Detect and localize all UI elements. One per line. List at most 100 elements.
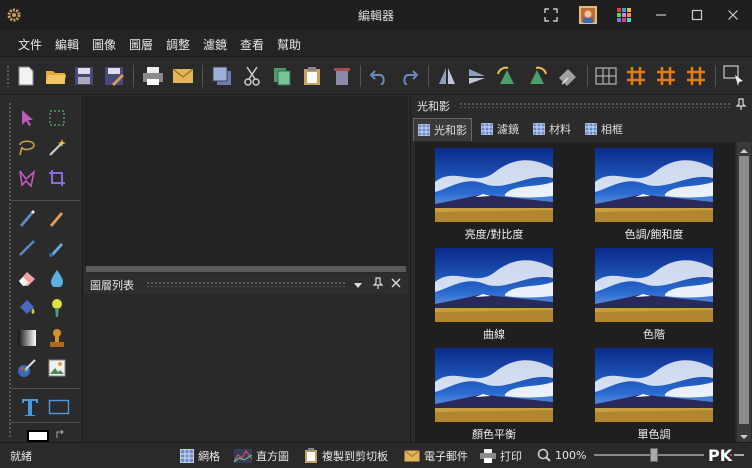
- menu-adjust[interactable]: 調整: [166, 36, 190, 53]
- panel-splitter[interactable]: [86, 266, 406, 272]
- rect-select-icon[interactable]: [46, 107, 68, 129]
- layers-pin-icon[interactable]: [372, 277, 384, 289]
- color-grid-icon[interactable]: [609, 4, 639, 26]
- rotate-right-icon[interactable]: [525, 64, 549, 88]
- blur-drop-icon[interactable]: [46, 267, 68, 289]
- effects-header-grip: [459, 102, 731, 108]
- avatar-icon[interactable]: [573, 4, 603, 26]
- menu-view[interactable]: 查看: [240, 36, 264, 53]
- rotate-left-icon[interactable]: [495, 64, 519, 88]
- redo-icon[interactable]: [397, 64, 421, 88]
- effects-thumbnail-grid: 亮度/對比度 色調/飽和度曲線 色階顏色平衡 單色調: [415, 142, 735, 442]
- flip-horizontal-icon[interactable]: [435, 64, 459, 88]
- tab-grid-icon: [585, 123, 597, 135]
- eraser-icon[interactable]: [16, 267, 38, 289]
- tab-light-shadow[interactable]: 光和影: [413, 118, 472, 141]
- pencil-icon[interactable]: [46, 207, 68, 229]
- effect-thumbnail[interactable]: 亮度/對比度: [435, 148, 553, 244]
- menu-help[interactable]: 幫助: [277, 36, 301, 53]
- scroll-up-icon[interactable]: [740, 144, 748, 153]
- fullscreen-button[interactable]: [536, 4, 566, 26]
- swap-colors-icon[interactable]: [55, 429, 65, 439]
- effect-thumbnail[interactable]: 色階: [595, 248, 713, 344]
- menu-file[interactable]: 文件: [18, 36, 42, 53]
- stamp-icon[interactable]: [46, 327, 68, 349]
- copy-clipboard-button[interactable]: 複製到剪切板: [304, 448, 388, 464]
- save-icon[interactable]: [72, 64, 96, 88]
- effects-pin-icon[interactable]: [735, 98, 747, 110]
- scroll-thumb[interactable]: [739, 156, 749, 424]
- effect-preview-image: [595, 248, 713, 322]
- undo-icon[interactable]: [367, 64, 391, 88]
- window-title: 編輯器: [357, 9, 394, 23]
- effect-thumbnail[interactable]: 曲線: [435, 248, 553, 344]
- scroll-down-icon[interactable]: [740, 430, 748, 439]
- tab-filters[interactable]: 濾鏡: [477, 118, 523, 140]
- copy-layer-icon[interactable]: [210, 64, 234, 88]
- polygon-lasso-icon[interactable]: [16, 167, 38, 189]
- move-tool-icon[interactable]: [16, 107, 38, 129]
- layers-panel: 圖層列表: [84, 274, 408, 442]
- maximize-button[interactable]: [682, 4, 712, 26]
- line-tool-icon[interactable]: [16, 237, 38, 259]
- menu-layer[interactable]: 圖層: [129, 36, 153, 53]
- tab-frames[interactable]: 相框: [581, 118, 627, 140]
- histogram-label: 直方圖: [256, 450, 289, 463]
- tab-label: 光和影: [434, 124, 467, 137]
- effect-label: 亮度/對比度: [464, 228, 524, 241]
- effect-thumbnail[interactable]: 顏色平衡: [435, 348, 553, 442]
- selection-pointer-icon[interactable]: [722, 64, 746, 88]
- print-icon[interactable]: [141, 64, 165, 88]
- email-button[interactable]: 電子郵件: [404, 448, 468, 464]
- layers-close-icon[interactable]: [390, 277, 402, 289]
- email-icon[interactable]: [171, 64, 195, 88]
- effects-scrollbar[interactable]: [737, 142, 751, 442]
- tab-materials[interactable]: 材料: [529, 118, 575, 140]
- crop-icon[interactable]: [46, 167, 68, 189]
- cut-icon[interactable]: [240, 64, 264, 88]
- effect-label: 曲線: [483, 328, 505, 341]
- gradient-icon[interactable]: [16, 327, 38, 349]
- tab-label: 相框: [601, 123, 623, 136]
- effects-panel-title: 光和影: [417, 100, 450, 113]
- new-file-icon[interactable]: [14, 64, 38, 88]
- effect-label: 色階: [643, 328, 665, 341]
- histogram-toggle[interactable]: 直方圖: [234, 448, 289, 464]
- menu-image[interactable]: 圖像: [92, 36, 116, 53]
- pen-icon[interactable]: [16, 207, 38, 229]
- menu-edit[interactable]: 編輯: [55, 36, 79, 53]
- delete-icon[interactable]: [330, 64, 354, 88]
- zoom-slider-thumb[interactable]: [650, 448, 658, 462]
- grid-toggle[interactable]: 網格: [180, 448, 220, 464]
- layers-menu-arrow-icon[interactable]: [352, 279, 364, 289]
- shape-rect-icon[interactable]: [48, 396, 70, 418]
- color-picker-icon[interactable]: [16, 357, 38, 379]
- lasso-icon[interactable]: [16, 137, 38, 159]
- copy-icon[interactable]: [270, 64, 294, 88]
- primary-color-swatch[interactable]: [27, 430, 49, 442]
- rotate-free-icon[interactable]: [555, 64, 579, 88]
- magic-wand-icon[interactable]: [46, 137, 68, 159]
- print-icon: [480, 449, 496, 463]
- grid-orange-fine-icon[interactable]: [684, 64, 708, 88]
- save-as-icon[interactable]: [102, 64, 126, 88]
- zoom-slider-track[interactable]: [594, 448, 704, 462]
- insert-image-icon[interactable]: [46, 357, 68, 379]
- color-replace-icon[interactable]: [46, 297, 68, 319]
- flip-vertical-icon[interactable]: [465, 64, 489, 88]
- paste-icon[interactable]: [300, 64, 324, 88]
- fill-bucket-icon[interactable]: [16, 297, 38, 319]
- minimize-button[interactable]: [646, 4, 676, 26]
- effect-thumbnail[interactable]: 單色調: [595, 348, 713, 442]
- open-folder-icon[interactable]: [44, 64, 68, 88]
- grid-orange-alt-icon[interactable]: [654, 64, 678, 88]
- text-tool-icon[interactable]: [19, 396, 41, 418]
- close-button[interactable]: [718, 4, 748, 26]
- effect-thumbnail[interactable]: 色調/飽和度: [595, 148, 713, 244]
- print-button[interactable]: 打印: [480, 448, 522, 464]
- image-canvas[interactable]: [84, 96, 408, 266]
- grid-icon[interactable]: [594, 64, 618, 88]
- brush-icon[interactable]: [46, 237, 68, 259]
- menu-filter[interactable]: 濾鏡: [203, 36, 227, 53]
- grid-orange-icon[interactable]: [624, 64, 648, 88]
